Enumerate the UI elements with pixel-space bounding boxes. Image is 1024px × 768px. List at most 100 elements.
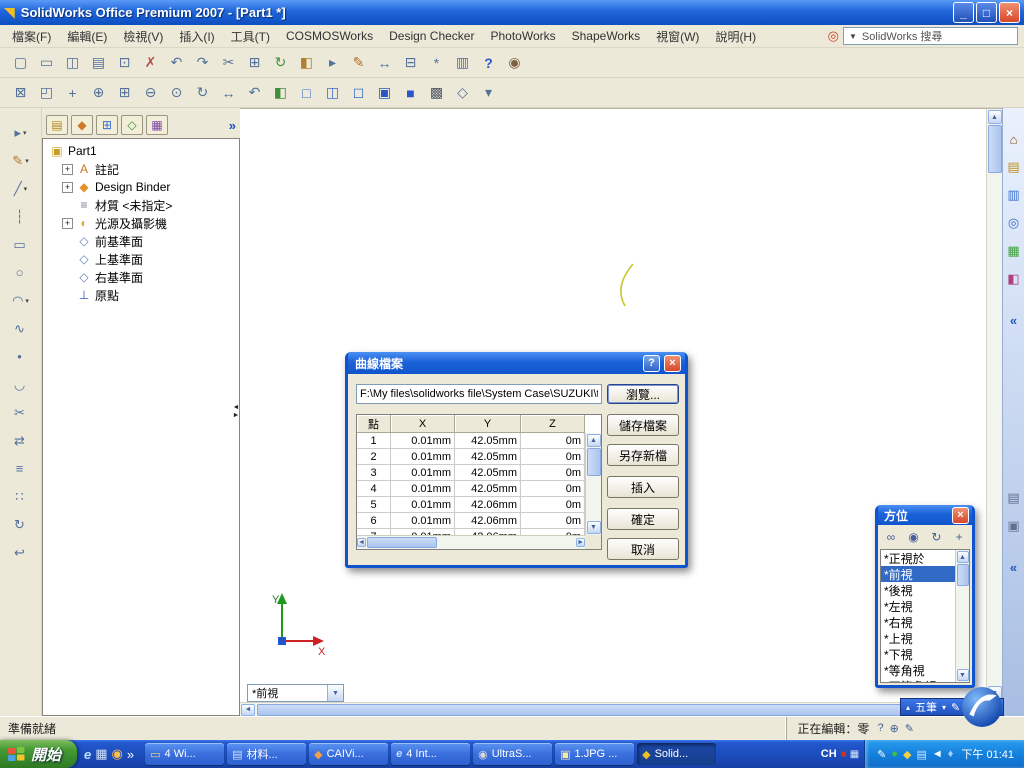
keyboard-icon[interactable]: ▦ [850, 749, 859, 760]
scrollbar-thumb[interactable] [987, 125, 1002, 173]
menu-item[interactable]: ShapeWorks [564, 26, 648, 46]
table-row[interactable]: 5 0.01mm 42.06mm 0m [357, 497, 585, 513]
z-value-cell[interactable]: 0m [521, 465, 585, 481]
minimize-button[interactable]: _ [953, 2, 974, 23]
z-value-cell[interactable]: 0m [521, 449, 585, 465]
x-value-cell[interactable]: 0.01mm [391, 433, 455, 449]
y-value-cell[interactable]: 42.06mm [455, 513, 521, 529]
tray-volume-icon[interactable]: ◄ [932, 748, 943, 760]
tab-configuration-manager[interactable]: ⊞ [96, 115, 118, 135]
scroll-left-icon[interactable]: ◄ [357, 538, 366, 547]
tree-item[interactable]: + A 註記 [48, 160, 239, 178]
y-value-cell[interactable]: 42.06mm [455, 497, 521, 513]
point-number-cell[interactable]: 5 [357, 497, 391, 513]
undo-icon[interactable]: ↶ [164, 51, 189, 75]
panel-chevron-icon[interactable]: » [229, 118, 236, 133]
orientation-close-button[interactable]: × [952, 506, 969, 524]
point-number-cell[interactable]: 1 [357, 433, 391, 449]
options-icon[interactable]: * [424, 51, 449, 75]
y-value-cell[interactable]: 42.05mm [455, 433, 521, 449]
tree-item[interactable]: ◇ 右基準面 [48, 268, 239, 286]
column-header[interactable]: Y [455, 415, 521, 433]
exit-sketch-icon[interactable]: ↩ [5, 542, 37, 563]
screen-capture-icon[interactable]: ◉ [502, 51, 527, 75]
copy-icon[interactable]: ⊞ [242, 51, 267, 75]
ime-up-icon[interactable]: ▴ [906, 703, 910, 712]
tree-item[interactable]: ⊥ 原點 [48, 286, 239, 304]
centerline-tool-icon[interactable]: ┆ [5, 206, 37, 227]
zoom-selected-icon[interactable]: ⊙ [164, 81, 189, 105]
reset-views-icon[interactable]: + [949, 528, 969, 547]
expand-toggle[interactable]: + [62, 181, 73, 193]
redo-icon[interactable]: ↷ [190, 51, 215, 75]
redraw-icon[interactable]: + [60, 81, 85, 105]
point-number-cell[interactable]: 3 [357, 465, 391, 481]
mirror-tool-icon[interactable]: ⇄ [5, 430, 37, 451]
tab-property-manager[interactable]: ◆ [71, 115, 93, 135]
scrollbar-thumb[interactable] [956, 564, 969, 586]
menu-item[interactable]: Design Checker [381, 26, 482, 46]
spline-tool-icon[interactable]: ∿ [5, 318, 37, 339]
x-value-cell[interactable]: 0.01mm [391, 449, 455, 465]
orientation-scrollbar[interactable]: ▲ ▼ [955, 550, 969, 682]
edit-color-icon[interactable]: ◧ [294, 51, 319, 75]
orientation-view-item[interactable]: *前視 [881, 566, 955, 582]
offset-tool-icon[interactable]: ≡ [5, 458, 37, 479]
insert-button[interactable]: 插入 [607, 476, 679, 498]
help-icon[interactable]: ? [476, 51, 501, 75]
menu-item[interactable]: PhotoWorks [482, 26, 563, 46]
z-value-cell[interactable]: 0m [521, 497, 585, 513]
update-views-icon[interactable]: ↻ [927, 528, 947, 547]
menu-item[interactable]: 工具(T) [223, 25, 278, 48]
vertical-scrollbar[interactable]: ▲ ▼ [986, 109, 1002, 702]
z-value-cell[interactable]: 0m [521, 481, 585, 497]
revolve-tool-icon[interactable]: ↻ [5, 514, 37, 535]
expand-toggle[interactable]: + [62, 217, 73, 229]
point-number-cell[interactable]: 6 [357, 513, 391, 529]
table-row[interactable]: 6 0.01mm 42.06mm 0m [357, 513, 585, 529]
tray-update-icon[interactable]: ▤ [916, 748, 926, 761]
scroll-down-icon[interactable]: ▼ [586, 521, 601, 534]
table-vertical-scrollbar[interactable]: ▲ ▼ [585, 433, 601, 535]
hidden-lines-visible-icon[interactable]: ◫ [320, 81, 345, 105]
close-button[interactable]: × [999, 2, 1020, 23]
search-input[interactable]: ▼ SolidWorks 搜尋 [843, 27, 1018, 45]
task-caivi[interactable]: ◆ CAIVi... [309, 743, 389, 765]
dialog-help-button[interactable]: ? [643, 354, 660, 372]
menu-item[interactable]: 說明(H) [707, 25, 764, 48]
delete-icon[interactable]: ✗ [138, 51, 163, 75]
file-explorer-icon[interactable]: ▥ [1007, 187, 1019, 203]
tray-pen-icon[interactable]: ✎ [877, 748, 886, 761]
ie-quicklaunch-icon[interactable]: e [84, 747, 91, 762]
task-solidworks[interactable]: ◆ Solid... [637, 743, 717, 765]
table-row[interactable]: 1 0.01mm 42.05mm 0m [357, 433, 585, 449]
print-icon[interactable]: ▤ [86, 51, 111, 75]
table-row[interactable]: 2 0.01mm 42.05mm 0m [357, 449, 585, 465]
tray-messenger-icon[interactable]: ● [891, 748, 898, 760]
design-table-icon[interactable]: ⊟ [398, 51, 423, 75]
task-windows-group[interactable]: ▭ 4 Wi... [145, 743, 225, 765]
view-orientation-icon[interactable]: ▾ [476, 81, 501, 105]
rectangle-tool-icon[interactable]: ▭ [5, 234, 37, 255]
pan-view-icon[interactable]: ↔ [216, 81, 241, 105]
search-icon[interactable]: ◎ [1008, 215, 1019, 231]
annotate-status-icon[interactable]: ✎ [905, 722, 914, 735]
x-value-cell[interactable]: 0.01mm [391, 497, 455, 513]
new-icon[interactable]: ▢ [8, 51, 33, 75]
scroll-left-icon[interactable]: ◄ [241, 703, 255, 716]
tray-network-icon[interactable]: ♦ [948, 748, 954, 760]
open-icon[interactable]: ▭ [34, 51, 59, 75]
point-tool-icon[interactable]: • [5, 346, 37, 367]
scrollbar-thumb[interactable] [257, 703, 969, 716]
orientation-view-item[interactable]: *正視於 [881, 550, 955, 566]
scrollbar-thumb[interactable] [586, 448, 601, 476]
perspective-icon[interactable]: ◇ [450, 81, 475, 105]
show-desktop-icon[interactable]: ▦ [95, 746, 107, 762]
zoom-in-out-icon[interactable]: ⊖ [138, 81, 163, 105]
orientation-view-item[interactable]: *左視 [881, 598, 955, 614]
orientation-view-item[interactable]: *不等角視 [881, 678, 955, 683]
menu-item[interactable]: 檔案(F) [4, 25, 59, 48]
scroll-right-icon[interactable]: ► [576, 538, 585, 547]
rotate-view-icon[interactable]: ↻ [190, 81, 215, 105]
panel-splitter[interactable]: ◄ ► [232, 399, 240, 425]
